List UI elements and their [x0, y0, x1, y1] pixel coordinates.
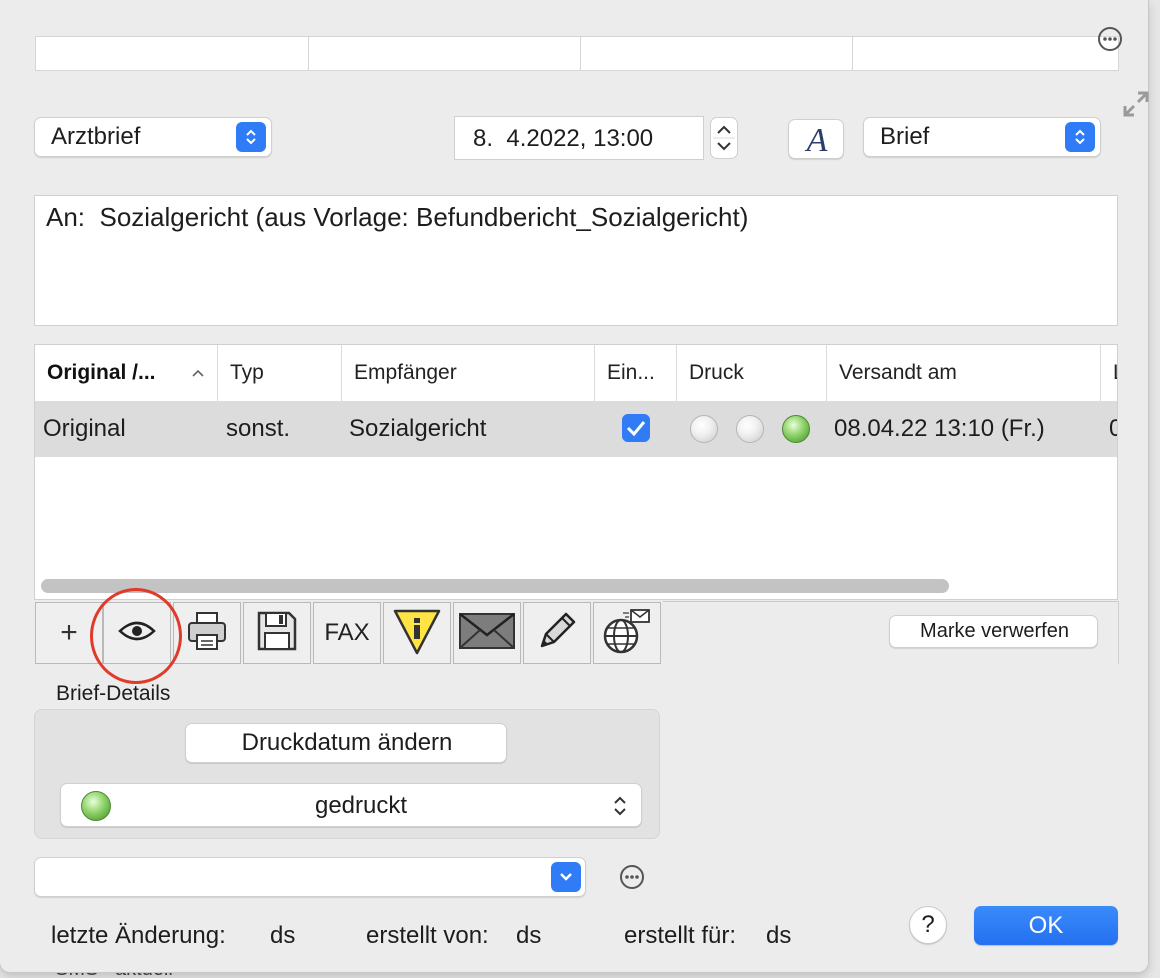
col-versandt[interactable]: Versandt am — [827, 345, 1101, 401]
more-options-icon[interactable] — [619, 864, 645, 890]
change-print-date-button[interactable]: Druckdatum ändern — [185, 723, 507, 763]
highlight-circle — [90, 588, 182, 684]
ok-label: OK — [1028, 912, 1064, 939]
print-button[interactable] — [173, 602, 241, 664]
print-status-value: gedruckt — [314, 792, 408, 819]
cell-typ: sonst. — [226, 415, 291, 442]
letter-kind-select[interactable]: Brief — [863, 117, 1101, 157]
col-l[interactable]: L — [1101, 345, 1117, 401]
change-print-date-label: Druckdatum ändern — [241, 729, 453, 756]
fax-button[interactable]: FAX — [313, 602, 381, 664]
bottom-select[interactable] — [34, 857, 586, 897]
sort-ascending-icon — [191, 345, 205, 401]
cell-versandt: 08.04.22 13:10 (Fr.) — [834, 415, 1045, 442]
print-status-off-icon — [736, 415, 764, 443]
col-original[interactable]: Original /... — [35, 345, 218, 401]
checkbox-checked[interactable] — [622, 414, 650, 442]
details-label: Brief-Details — [56, 682, 171, 705]
expand-icon[interactable] — [1121, 89, 1151, 119]
doc-type-select[interactable]: Arztbrief — [34, 117, 272, 157]
letter-kind-value: Brief — [880, 123, 930, 150]
envelope-icon — [458, 611, 516, 656]
warning-info-icon — [391, 607, 443, 660]
created-by-label: erstellt von: — [366, 922, 489, 949]
horizontal-scrollbar[interactable] — [41, 579, 949, 593]
col-ein[interactable]: Ein... — [595, 345, 677, 401]
recipient-textarea[interactable]: An: Sozialgericht (aus Vorlage: Befundbe… — [34, 195, 1118, 326]
col-l-label: L — [1113, 361, 1117, 384]
table-row[interactable]: Original sonst. Sozialgericht 08.04.22 1… — [35, 401, 1117, 457]
print-status-off-icon — [690, 415, 718, 443]
print-status-select[interactable]: gedruckt — [60, 783, 642, 827]
last-change-value: ds — [270, 922, 296, 949]
more-options-icon[interactable] — [1097, 26, 1123, 52]
top-field-4[interactable] — [852, 37, 1118, 70]
plus-icon: + — [60, 616, 78, 649]
email-button[interactable] — [453, 602, 521, 664]
col-empfaenger-label: Empfänger — [354, 361, 457, 384]
table-header: Original /... Typ Empfänger Ein... Druck… — [35, 345, 1117, 401]
recipient-text: An: Sozialgericht (aus Vorlage: Befundbe… — [46, 202, 749, 232]
chevron-down-icon — [551, 862, 581, 892]
font-button[interactable]: A — [788, 119, 844, 159]
datetime-value: 8. 4.2022, 13:00 — [473, 125, 654, 152]
floppy-disk-icon — [255, 609, 299, 658]
letters-table: Original /... Typ Empfänger Ein... Druck… — [34, 344, 1118, 600]
popup-arrows-icon — [1065, 122, 1095, 152]
pencil-icon — [534, 608, 580, 659]
globe-mail-icon — [601, 606, 653, 661]
col-original-label: Original /... — [47, 361, 156, 384]
cell-original: Original — [43, 415, 126, 442]
chevron-updown-icon — [612, 794, 628, 823]
font-icon: A — [806, 122, 828, 159]
popup-arrows-icon — [236, 122, 266, 152]
top-field-3[interactable] — [580, 37, 853, 70]
warning-button[interactable] — [383, 602, 451, 664]
print-status-on-icon — [782, 415, 810, 443]
created-by-value: ds — [516, 922, 542, 949]
fax-label: FAX — [324, 619, 370, 646]
col-druck[interactable]: Druck — [677, 345, 827, 401]
cell-empfaenger: Sozialgericht — [349, 415, 487, 442]
ok-button[interactable]: OK — [974, 906, 1118, 945]
created-for-label: erstellt für: — [624, 922, 737, 949]
col-druck-label: Druck — [689, 361, 744, 384]
help-icon: ? — [921, 911, 935, 938]
discard-mark-button[interactable]: Marke verwerfen — [889, 615, 1098, 648]
cell-last: 0 — [1109, 401, 1117, 457]
edit-button[interactable] — [523, 602, 591, 664]
last-change-label: letzte Änderung: — [51, 922, 226, 949]
top-field-2[interactable] — [308, 37, 581, 70]
help-button[interactable]: ? — [909, 906, 947, 944]
col-ein-label: Ein... — [607, 361, 655, 384]
top-field-1[interactable] — [36, 37, 309, 70]
col-typ-label: Typ — [230, 361, 264, 384]
doc-type-value: Arztbrief — [51, 123, 141, 150]
web-mail-button[interactable] — [593, 602, 661, 664]
datetime-field[interactable]: 8. 4.2022, 13:00 — [454, 116, 704, 160]
col-empfaenger[interactable]: Empfänger — [342, 345, 595, 401]
top-fields-strip — [35, 36, 1119, 71]
created-for-value: ds — [766, 922, 792, 949]
discard-mark-label: Marke verwerfen — [920, 620, 1069, 642]
col-typ[interactable]: Typ — [218, 345, 342, 401]
datetime-stepper[interactable] — [710, 117, 738, 159]
save-button[interactable] — [243, 602, 311, 664]
col-versandt-label: Versandt am — [839, 361, 957, 384]
printer-icon — [185, 609, 229, 658]
letter-dialog: Arztbrief 8. 4.2022, 13:00 A Brief An: S… — [0, 0, 1151, 972]
details-box: Druckdatum ändern gedruckt — [34, 709, 660, 839]
